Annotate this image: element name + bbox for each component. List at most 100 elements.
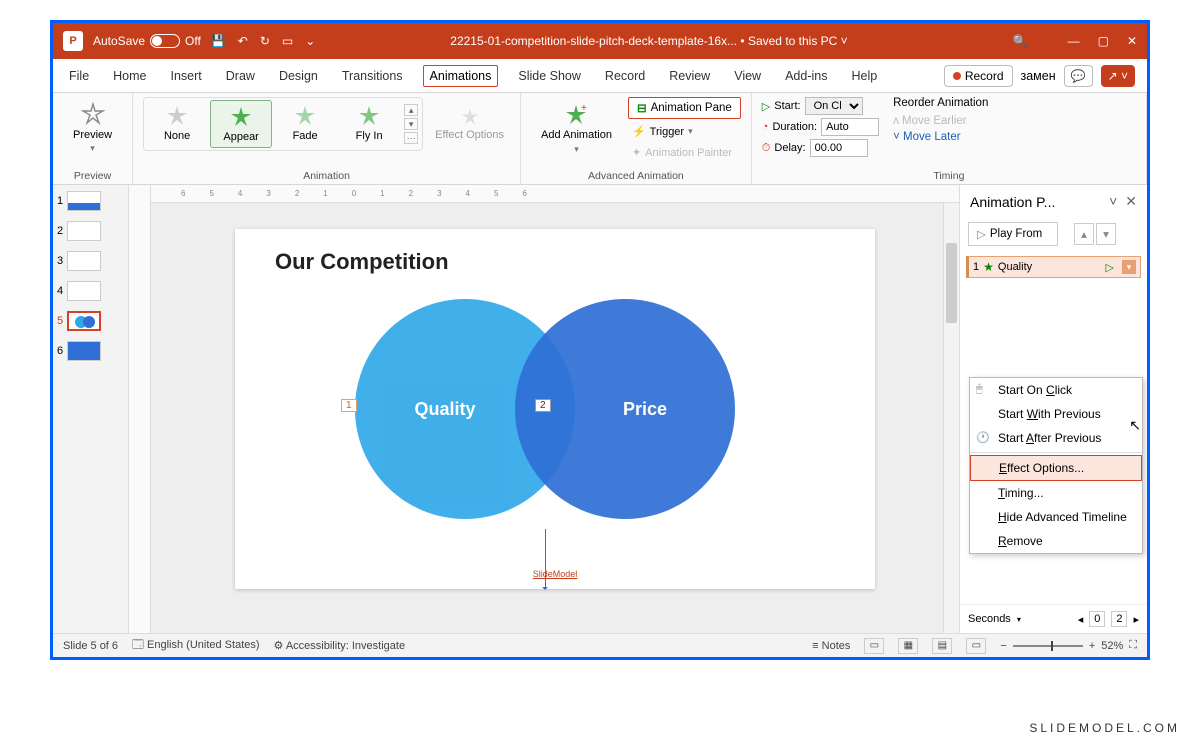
tab-animations[interactable]: Animations [423, 65, 499, 87]
thumb-3[interactable]: 3 [57, 251, 124, 271]
slideshow-view-button[interactable]: ▭ [966, 638, 986, 654]
menu-start-after-previous[interactable]: 🕐Start After Previous [970, 426, 1142, 450]
menu-timing[interactable]: Timing... [970, 481, 1142, 505]
trigger-button[interactable]: ⚡ Trigger ▾ [628, 123, 741, 140]
move-down-button[interactable]: ▾ [1096, 223, 1116, 245]
zoom-slider[interactable] [1013, 645, 1083, 647]
menu-hide-timeline[interactable]: Hide Advanced Timeline [970, 505, 1142, 529]
language-indicator[interactable]: 🗔 English (United States) [132, 636, 259, 655]
play-from-button[interactable]: ▷Play From [968, 222, 1058, 246]
tab-help[interactable]: Help [847, 65, 881, 87]
timeline-next[interactable]: ▸ [1133, 613, 1139, 626]
zoom-value[interactable]: 52% [1101, 640, 1123, 652]
vertical-scrollbar[interactable] [943, 203, 959, 633]
maximize-icon[interactable]: ▢ [1098, 34, 1109, 48]
thumb-2[interactable]: 2 [57, 221, 124, 241]
undo-icon[interactable]: ↶ [238, 34, 248, 48]
tab-slideshow[interactable]: Slide Show [514, 65, 585, 87]
titlebar: P AutoSave Off 💾 ↶ ↻ ▭ ⌄ 22215-01-compet… [53, 23, 1147, 59]
menu-effect-options[interactable]: Effect Options... [970, 455, 1142, 481]
notes-button[interactable]: ≡ Notes [812, 640, 850, 652]
tab-addins[interactable]: Add-ins [781, 65, 831, 87]
redo-icon[interactable]: ↻ [260, 34, 270, 48]
move-up-button[interactable]: ▴ [1074, 223, 1094, 245]
qat-more-icon[interactable]: ⌄ [305, 34, 315, 48]
tab-design[interactable]: Design [275, 65, 322, 87]
chevron-down-icon[interactable]: ˅ [1109, 193, 1117, 209]
save-icon[interactable]: 💾 [211, 34, 226, 48]
watermark: SLIDEMODEL.COM [1029, 721, 1180, 735]
anim-flyin[interactable]: Fly In [338, 100, 400, 148]
anim-fade[interactable]: Fade [274, 100, 336, 148]
menu-start-with-previous[interactable]: Start With Previous [970, 402, 1142, 426]
toggle-icon [150, 34, 180, 48]
thumb-mini [67, 341, 101, 361]
tab-transitions[interactable]: Transitions [338, 65, 407, 87]
app-window: P AutoSave Off 💾 ↶ ↻ ▭ ⌄ 22215-01-compet… [50, 20, 1150, 660]
record-dot-icon [953, 72, 961, 80]
anim-list-item-quality[interactable]: 1 ★ Quality ▷ ▾ [966, 256, 1141, 278]
menu-start-on-click[interactable]: 🖱Start On Click [970, 378, 1142, 402]
minimize-icon[interactable]: — [1068, 34, 1080, 48]
move-later-button[interactable]: ˅ Move Later [893, 129, 988, 145]
autosave-toggle[interactable]: AutoSave Off [93, 34, 201, 48]
chevron-down-icon: ▾ [90, 143, 95, 154]
thumb-5[interactable]: 5 [57, 311, 124, 331]
tab-home[interactable]: Home [109, 65, 150, 87]
normal-view-button[interactable]: ▭ [864, 638, 884, 654]
timeline-end: 2 [1111, 611, 1127, 627]
slide-indicator[interactable]: Slide 5 of 6 [63, 640, 118, 652]
present-icon[interactable]: ▭ [282, 34, 293, 48]
accessibility-indicator[interactable]: ⚙ Accessibility: Investigate [274, 639, 406, 652]
sorter-view-button[interactable]: ▦ [898, 638, 918, 654]
document-title[interactable]: 22215-01-competition-slide-pitch-deck-te… [325, 34, 972, 48]
appear-effect-icon: ★ [983, 260, 994, 274]
duration-input[interactable] [821, 118, 879, 136]
anim-tag-2[interactable]: 2 [535, 399, 551, 412]
zoom-control[interactable]: − + 52% ⛶ [1000, 639, 1137, 652]
animation-pane-button[interactable]: ⊟ Animation Pane [628, 97, 741, 119]
tab-record[interactable]: Record [601, 65, 649, 87]
ribbon: Preview ▾ Preview None Appear [53, 93, 1147, 185]
tab-draw[interactable]: Draw [222, 65, 259, 87]
tab-review[interactable]: Review [665, 65, 714, 87]
thumb-4[interactable]: 4 [57, 281, 124, 301]
play-label: Play From [990, 228, 1042, 240]
gallery-scroll[interactable]: ▴▾⋯ [402, 100, 420, 148]
thumb-mini [67, 281, 101, 301]
start-select[interactable]: On Click [805, 97, 863, 115]
seconds-label[interactable]: Seconds [968, 613, 1011, 625]
comments-button[interactable]: 💬 [1064, 65, 1093, 87]
svg-text:+: + [581, 103, 587, 114]
close-icon[interactable]: ✕ [1127, 34, 1137, 48]
thumb-6[interactable]: 6 [57, 341, 124, 361]
delay-icon: ⏱ [762, 142, 771, 155]
delay-input[interactable] [810, 139, 868, 157]
group-advanced-animation: + Add Animation ▾ ⊟ Animation Pane ⚡ Tri… [521, 93, 752, 184]
painter-label: Animation Painter [645, 147, 732, 159]
anim-tag-1[interactable]: 1 [341, 399, 357, 412]
tab-insert[interactable]: Insert [167, 65, 206, 87]
arrow-down-icon [545, 529, 546, 589]
add-animation-button[interactable]: + Add Animation ▾ [531, 99, 622, 158]
close-pane-icon[interactable]: ✕ [1125, 193, 1137, 209]
animation-pane: Animation P... ˅✕ ▷Play From ▴▾ 1 ★ Qual… [959, 185, 1147, 633]
tab-file[interactable]: File [65, 65, 93, 87]
timeline-prev[interactable]: ◂ [1078, 613, 1084, 626]
record-button[interactable]: Record [944, 65, 1013, 87]
preview-button[interactable]: Preview ▾ [63, 97, 122, 158]
thumb-mini [67, 191, 101, 211]
share-button[interactable]: ↗ ˅ [1101, 65, 1135, 87]
anim-item-dropdown[interactable]: ▾ [1122, 260, 1136, 274]
tab-view[interactable]: View [730, 65, 765, 87]
thumb-1[interactable]: 1 [57, 191, 124, 211]
zoom-in-icon[interactable]: + [1089, 640, 1095, 652]
fit-window-icon[interactable]: ⛶ [1129, 639, 1137, 652]
search-icon[interactable]: 🔍 [1013, 34, 1028, 48]
menu-remove[interactable]: Remove [970, 529, 1142, 553]
zoom-out-icon[interactable]: − [1000, 640, 1006, 652]
anim-appear[interactable]: Appear [210, 100, 272, 148]
slide-canvas[interactable]: Our Competition Quality Price 1 2 SlideM… [235, 229, 875, 589]
reading-view-button[interactable]: ▤ [932, 638, 952, 654]
anim-none[interactable]: None [146, 100, 208, 148]
